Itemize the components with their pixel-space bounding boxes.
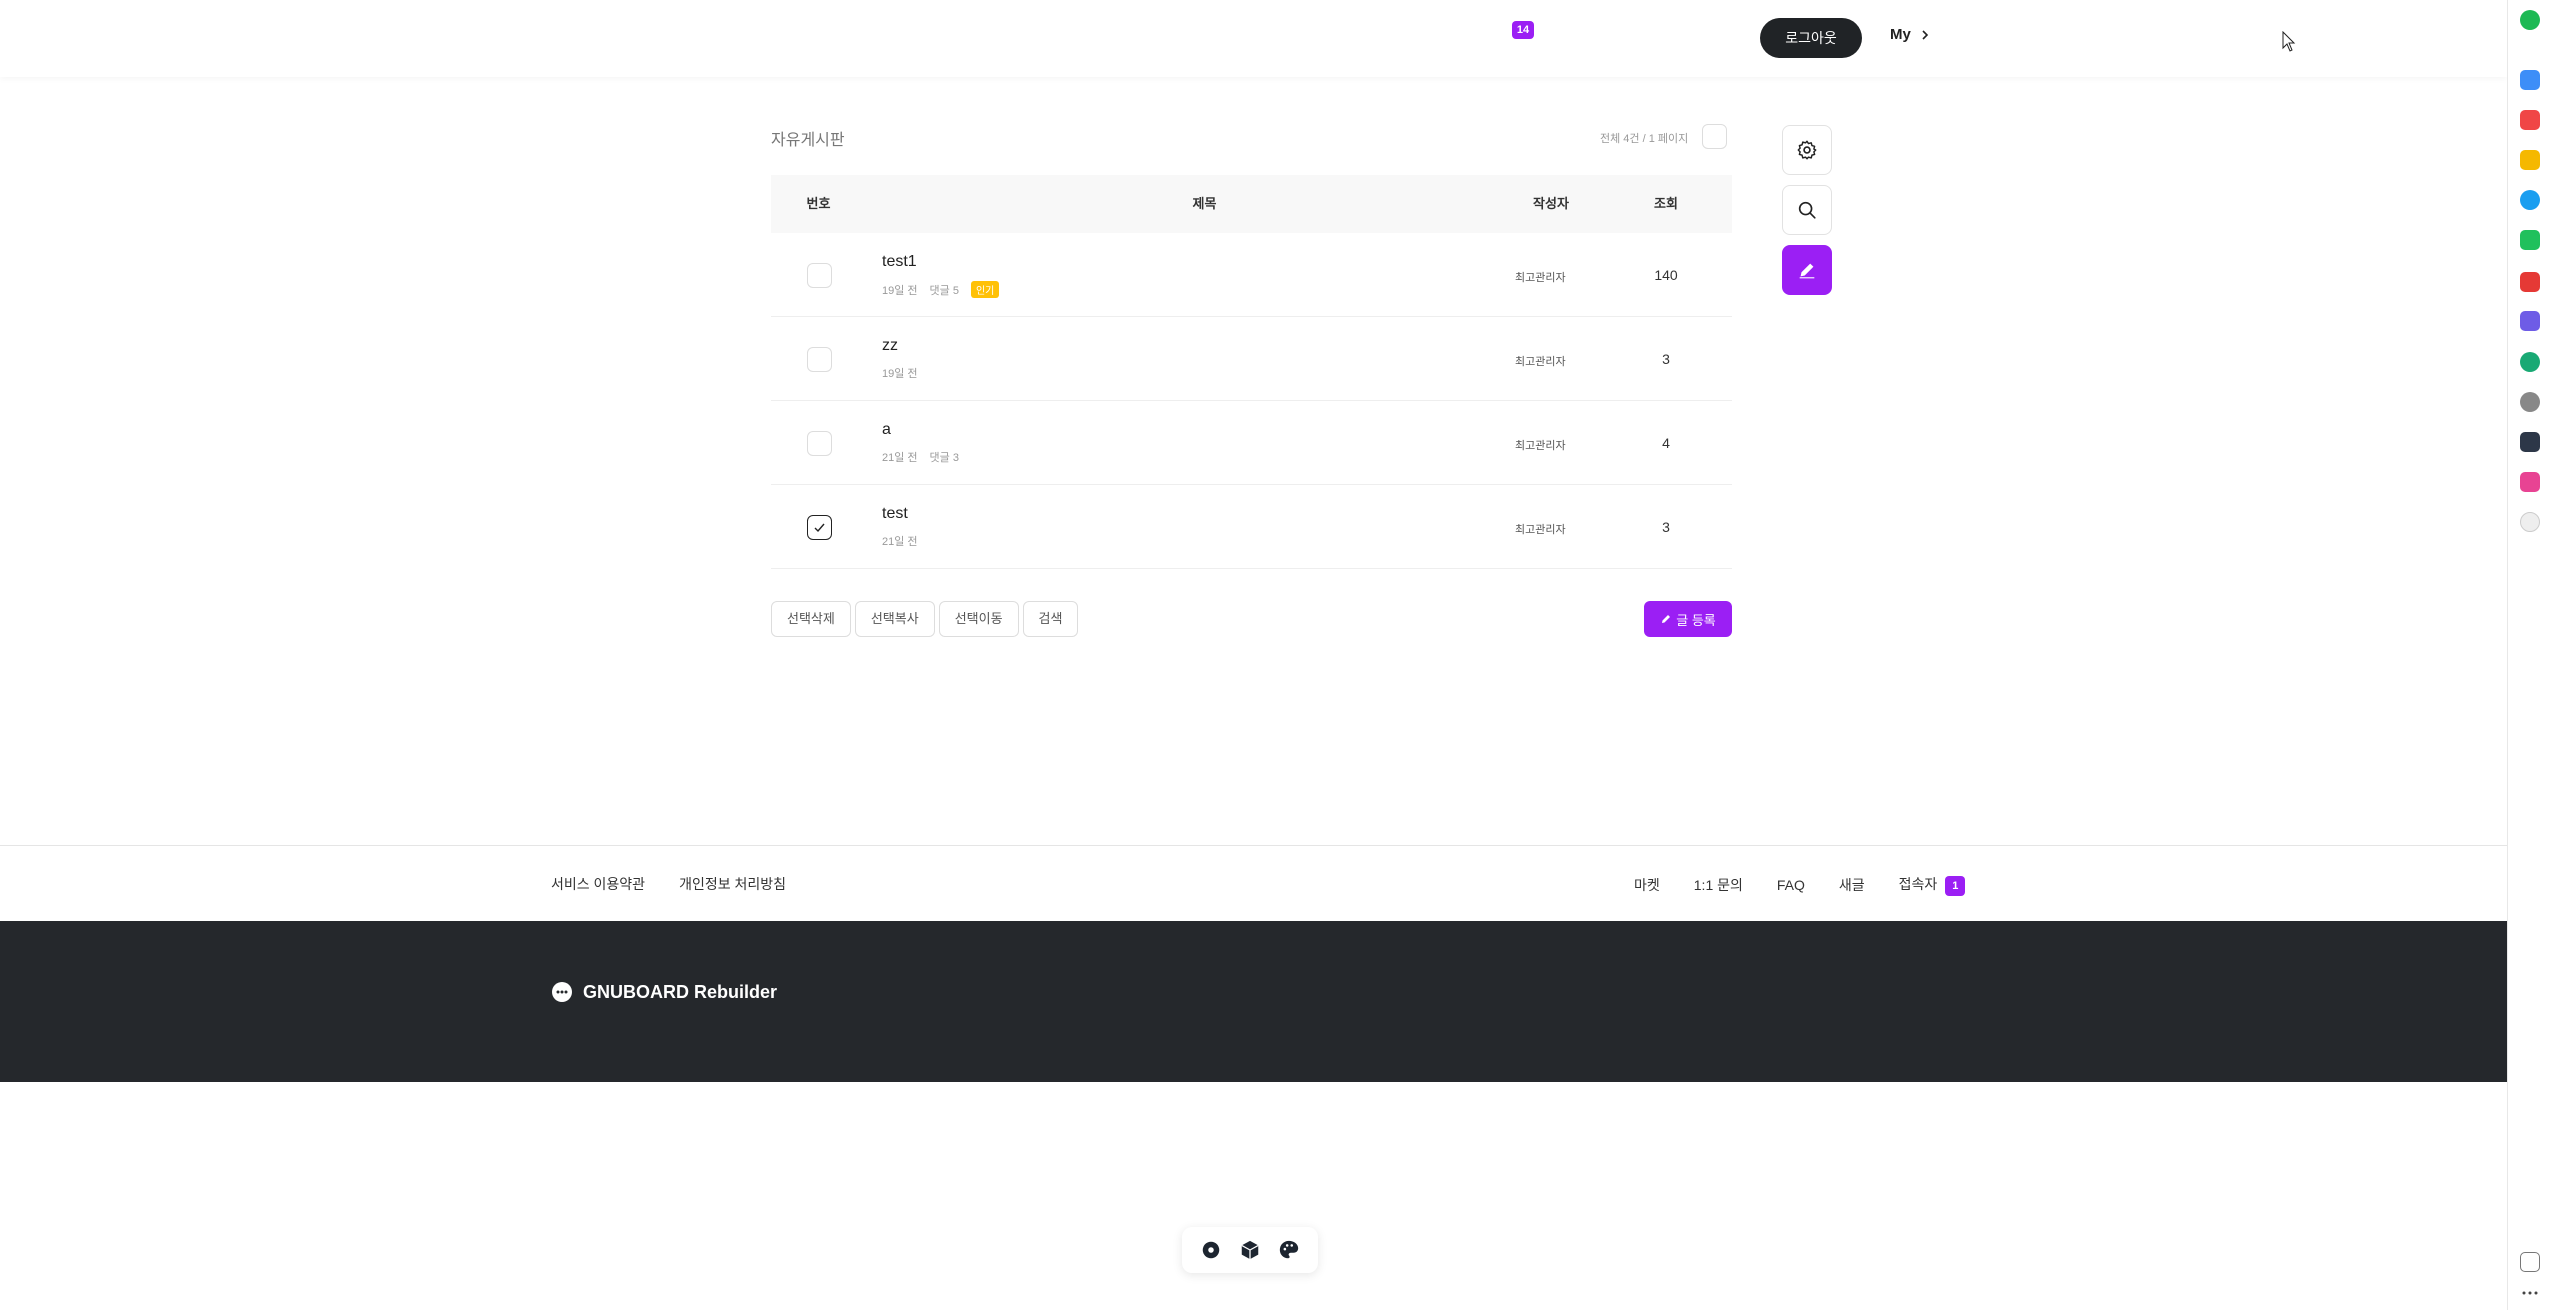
- logout-button[interactable]: 로그아웃: [1760, 18, 1862, 58]
- post-date: 21일 전: [882, 536, 918, 548]
- post-hits: 3: [1662, 351, 1670, 367]
- post-comments: 댓글 5: [929, 284, 959, 297]
- visitors-label: 접속자: [1898, 876, 1938, 892]
- chevron-right-icon: [1922, 29, 1928, 40]
- footer-brand[interactable]: GNUBOARD Rebuilder: [551, 981, 777, 1003]
- post-meta: 21일 전: [882, 533, 918, 549]
- row-checkbox[interactable]: [807, 263, 832, 288]
- pencil-icon: [1662, 615, 1671, 623]
- search-icon: [1798, 201, 1816, 219]
- settings-small-icon[interactable]: [2520, 392, 2540, 412]
- calendar-badge-icon[interactable]: [2520, 272, 2540, 292]
- footer-right-links: 마켓 1:1 문의 FAQ 새글 접속자 1: [1634, 874, 1966, 896]
- calendar-icon[interactable]: [2520, 311, 2540, 331]
- add-icon[interactable]: [2520, 512, 2540, 532]
- app-icon[interactable]: [2520, 70, 2540, 90]
- post-subject[interactable]: test: [882, 505, 908, 523]
- terms-link[interactable]: 서비스 이용약관: [551, 874, 645, 894]
- ellipsis-icon: [2522, 1291, 2538, 1295]
- bottom-toolbar: [1182, 1227, 1318, 1273]
- board-table: 번호 제목 작성자 조회 test1 19일 전 댓글 5 인기 최고관리자 1…: [771, 175, 1732, 569]
- post-meta: 21일 전 댓글 3: [882, 449, 959, 465]
- post-hits: 3: [1662, 519, 1670, 535]
- gear-icon[interactable]: [1200, 1239, 1222, 1261]
- search-button[interactable]: 검색: [1022, 601, 1079, 637]
- post-subject[interactable]: a: [882, 421, 891, 439]
- post-comments: 댓글 3: [929, 452, 959, 464]
- edge-icon[interactable]: [2520, 190, 2540, 210]
- post-meta: 19일 전: [882, 365, 918, 381]
- col-num: 번호: [806, 196, 831, 211]
- table-row[interactable]: a 21일 전 댓글 3 최고관리자 4: [771, 401, 1732, 485]
- row-checkbox[interactable]: [807, 431, 832, 456]
- mouse-cursor-icon: [2282, 31, 2296, 52]
- market-link[interactable]: 마켓: [1634, 875, 1660, 895]
- privacy-link[interactable]: 개인정보 처리방침: [679, 874, 786, 894]
- notification-badge[interactable]: 14: [1512, 21, 1534, 39]
- post-date: 19일 전: [882, 368, 918, 380]
- post-writer[interactable]: 최고관리자: [1515, 353, 1566, 369]
- write-post-button[interactable]: 글 등록: [1644, 601, 1732, 637]
- more-icon[interactable]: [2520, 1283, 2540, 1303]
- status-icon[interactable]: [2520, 10, 2540, 30]
- post-hits: 4: [1662, 435, 1670, 451]
- site-header: 14 로그아웃 My: [0, 0, 2507, 77]
- post-subject[interactable]: test1: [882, 253, 917, 271]
- col-title: 제목: [1192, 196, 1217, 211]
- gear-icon: [1797, 140, 1817, 160]
- post-date: 19일 전: [882, 284, 918, 297]
- board-write-button[interactable]: [1782, 245, 1832, 295]
- inquiry-link[interactable]: 1:1 문의: [1694, 875, 1743, 895]
- visitor-count-badge: 1: [1945, 876, 1966, 896]
- post-meta: 19일 전 댓글 5 인기: [882, 281, 1000, 298]
- chat-bubble-logo-icon: [552, 982, 572, 1002]
- table-row[interactable]: test 21일 전 최고관리자 3: [771, 485, 1732, 569]
- star-icon[interactable]: [2520, 150, 2540, 170]
- external-link-icon[interactable]: [2520, 1252, 2540, 1272]
- check-icon: [814, 523, 825, 533]
- cube-icon[interactable]: [1239, 1239, 1261, 1261]
- faq-link[interactable]: FAQ: [1777, 877, 1805, 893]
- select-all-checkbox[interactable]: [1702, 124, 1727, 149]
- footer-links: 서비스 이용약관 개인정보 처리방침 마켓 1:1 문의 FAQ 새글 접속자 1: [0, 845, 2507, 921]
- my-page-label: My: [1890, 26, 1911, 43]
- row-checkbox-checked[interactable]: [807, 515, 832, 540]
- browser-side-panel: [2507, 0, 2552, 1310]
- row-checkbox[interactable]: [807, 347, 832, 372]
- write-post-label: 글 등록: [1676, 612, 1716, 628]
- green-app-icon[interactable]: [2520, 230, 2540, 250]
- col-writer: 작성자: [1533, 196, 1569, 211]
- post-writer[interactable]: 최고관리자: [1515, 521, 1566, 537]
- table-row[interactable]: test1 19일 전 댓글 5 인기 최고관리자 140: [771, 233, 1732, 317]
- post-writer[interactable]: 최고관리자: [1515, 269, 1566, 285]
- delete-selected-button[interactable]: 선택삭제: [771, 601, 851, 637]
- col-hits: 조회: [1654, 196, 1678, 211]
- move-selected-button[interactable]: 선택이동: [938, 601, 1019, 637]
- my-page-link[interactable]: My: [1890, 26, 1931, 43]
- footer-left-links: 서비스 이용약관 개인정보 처리방침: [551, 874, 786, 894]
- post-writer[interactable]: 최고관리자: [1515, 437, 1566, 453]
- page-info: 전체 4건 / 1 페이지: [1600, 133, 1689, 145]
- palette-icon[interactable]: [1278, 1239, 1300, 1261]
- graduation-icon[interactable]: [2520, 352, 2540, 372]
- hot-badge: 인기: [970, 281, 1000, 298]
- board-search-button[interactable]: [1782, 185, 1832, 235]
- new-posts-link[interactable]: 새글: [1839, 875, 1865, 895]
- shape-app-icon[interactable]: [2520, 472, 2540, 492]
- post-hits: 140: [1654, 267, 1678, 283]
- post-subject[interactable]: zz: [882, 337, 898, 355]
- pocket-icon[interactable]: [2520, 110, 2540, 130]
- pencil-icon: [1799, 263, 1815, 279]
- footer-brand-area: GNUBOARD Rebuilder: [0, 921, 2507, 1082]
- board-actions: 선택삭제 선택복사 선택이동 검색: [771, 601, 1079, 637]
- post-date: 21일 전: [882, 452, 918, 464]
- table-header: 번호 제목 작성자 조회: [771, 175, 1732, 233]
- visitors-link[interactable]: 접속자 1: [1899, 874, 1966, 896]
- table-row[interactable]: zz 19일 전 최고관리자 3: [771, 317, 1732, 401]
- copy-selected-button[interactable]: 선택복사: [854, 601, 935, 637]
- board-settings-button[interactable]: [1782, 125, 1832, 175]
- brand-name: GNUBOARD Rebuilder: [583, 981, 778, 1002]
- board-title: 자유게시판: [771, 132, 845, 149]
- dark-app-icon[interactable]: [2520, 432, 2540, 452]
